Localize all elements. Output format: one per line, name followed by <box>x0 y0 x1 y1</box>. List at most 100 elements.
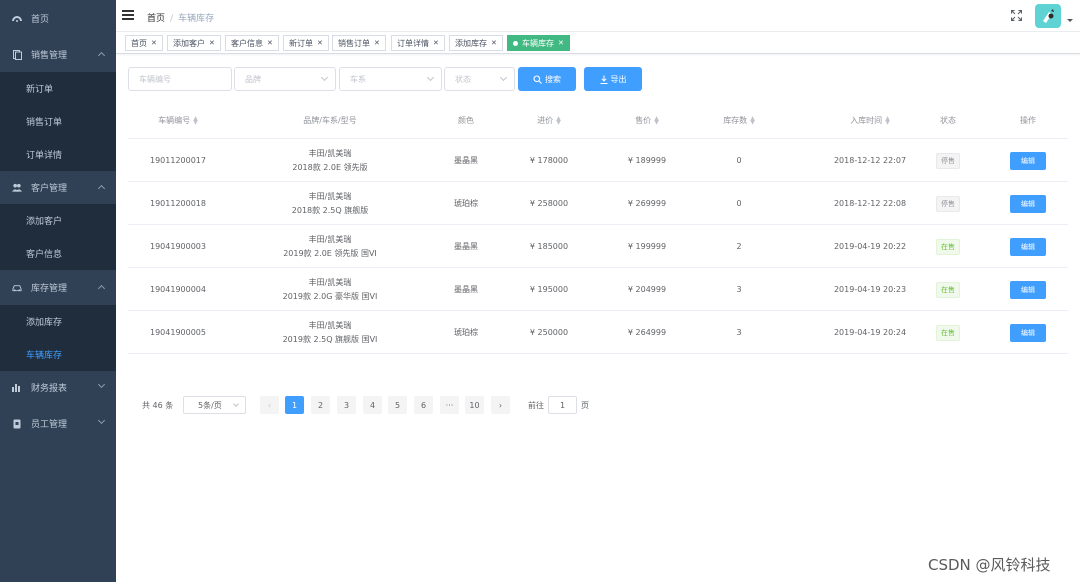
page-button[interactable]: 10 <box>465 396 484 414</box>
sidebar-group-finance[interactable]: 财务报表 <box>0 371 116 404</box>
cell-price: ¥ 269999 <box>627 199 667 208</box>
column-header-cost[interactable]: 进价 ▲ ▼ <box>500 102 598 139</box>
sidebar-item-add-inventory[interactable]: 添加库存 <box>0 305 116 338</box>
cell-vehicle-no: 19041900005 <box>150 328 206 337</box>
cell-brand-line: 丰田/凯美瑞 <box>308 277 352 287</box>
cell-cost: ¥ 178000 <box>529 156 569 165</box>
page-size-select[interactable]: 5条/页 <box>183 396 246 414</box>
edit-button[interactable]: 编辑 <box>1010 194 1046 213</box>
column-header-price[interactable]: 售价 ▲ ▼ <box>598 102 696 139</box>
caret-down-icon[interactable] <box>1067 19 1073 22</box>
tag-order-detail[interactable]: 订单详情 ✕ <box>391 35 445 51</box>
page-button[interactable]: 1 <box>285 396 304 414</box>
tag-add-customer[interactable]: 添加客户 ✕ <box>167 35 221 51</box>
close-icon[interactable]: ✕ <box>267 39 273 47</box>
column-header-actions: 操作 <box>988 102 1068 139</box>
cell-actions: 编辑 <box>988 225 1068 268</box>
next-page-button[interactable]: › <box>491 396 510 414</box>
page-button[interactable]: 3 <box>337 396 356 414</box>
badge-icon <box>12 419 22 429</box>
hamburger-icon[interactable] <box>122 10 134 20</box>
column-header-label: 状态 <box>940 116 956 125</box>
status-badge: 停售 <box>936 152 960 169</box>
sort-icon[interactable]: ▲ ▼ <box>750 115 755 125</box>
sidebar-item-add-customer[interactable]: 添加客户 <box>0 204 116 237</box>
cell-brand-line: 丰田/凯美瑞 <box>308 148 352 158</box>
page-button[interactable]: 4 <box>363 396 382 414</box>
tag-sales-order[interactable]: 销售订单 ✕ <box>332 35 386 51</box>
sidebar-item-customer-info[interactable]: 客户信息 <box>0 237 116 270</box>
tag-customer-info[interactable]: 客户信息 ✕ <box>225 35 279 51</box>
column-header-label: 车辆编号 <box>158 116 191 125</box>
chevron-down-icon <box>233 401 239 407</box>
column-header-label: 售价 <box>635 116 652 125</box>
sidebar-item-vehicle-inventory[interactable]: 车辆库存 <box>0 338 116 371</box>
sidebar-item-sales-order[interactable]: 销售订单 <box>0 105 116 138</box>
edit-button[interactable]: 编辑 <box>1010 151 1046 170</box>
close-icon[interactable]: ✕ <box>317 39 323 47</box>
sidebar-item-home[interactable]: 首页 <box>0 2 116 35</box>
status-select[interactable]: 状态 <box>444 67 515 91</box>
breadcrumb-home[interactable]: 首页 <box>147 14 165 24</box>
edit-button[interactable]: 编辑 <box>1010 323 1046 342</box>
tag-new-order[interactable]: 新订单 ✕ <box>283 35 329 51</box>
close-icon[interactable]: ✕ <box>491 39 497 47</box>
close-icon[interactable]: ✕ <box>151 39 157 47</box>
cell-stock: 3 <box>736 328 742 337</box>
tag-add-inventory[interactable]: 添加库存 ✕ <box>449 35 503 51</box>
page-button[interactable]: 6 <box>414 396 433 414</box>
search-button[interactable]: 搜索 <box>518 67 576 91</box>
sidebar-group-customers[interactable]: 客户管理 <box>0 171 116 204</box>
tag-home[interactable]: 首页 ✕ <box>125 35 163 51</box>
column-header-label: 库存数 <box>723 116 748 125</box>
sidebar-item-label: 添加库存 <box>26 318 63 328</box>
close-icon[interactable]: ✕ <box>374 39 380 47</box>
close-icon[interactable]: ✕ <box>209 39 215 47</box>
sidebar-item-new-order[interactable]: 新订单 <box>0 72 116 105</box>
sort-icon[interactable]: ▲ ▼ <box>556 115 561 125</box>
export-button[interactable]: 导出 <box>584 67 642 91</box>
vehicle-no-input[interactable]: 车辆编号 <box>128 67 232 91</box>
cell-brand-line: 丰田/凯美瑞 <box>308 320 352 330</box>
page-unit-label: 页 <box>581 400 589 410</box>
brand-select[interactable]: 品牌 <box>234 67 336 91</box>
placeholder-text: 车系 <box>350 74 366 84</box>
series-select[interactable]: 车系 <box>339 67 442 91</box>
table-row: 19011200017 丰田/凯美瑞 2018款 2.0E 领先版 墨晶黑 ¥ 1… <box>128 139 1068 182</box>
sort-icon[interactable]: ▲ ▼ <box>193 115 198 125</box>
cell-model-line: 2019款 2.0E 领先版 国VI <box>283 248 377 258</box>
cell-brand: 丰田/凯美瑞 2018款 2.0E 领先版 <box>228 139 432 182</box>
close-icon[interactable]: ✕ <box>558 39 564 47</box>
edit-button[interactable]: 编辑 <box>1010 280 1046 299</box>
page-ellipsis-button[interactable]: ··· <box>440 396 459 414</box>
column-header-label: 入库时间 <box>850 116 883 125</box>
sidebar-item-label: 销售订单 <box>26 118 63 128</box>
sidebar-group-sales[interactable]: 销售管理 <box>0 38 116 71</box>
sidebar-group-inventory[interactable]: 库存管理 <box>0 271 116 304</box>
cell-brand: 丰田/凯美瑞 2019款 2.5Q 旗舰版 国VI <box>228 311 432 354</box>
sidebar-group-staff[interactable]: 员工管理 <box>0 407 116 440</box>
table-row: 19011200018 丰田/凯美瑞 2018款 2.5Q 旗舰版 琥珀棕 ¥ 2… <box>128 182 1068 225</box>
placeholder-text: 车辆编号 <box>139 74 171 84</box>
chevron-up-icon <box>97 184 106 193</box>
avatar[interactable] <box>1035 4 1061 28</box>
sort-icon[interactable]: ▲ ▼ <box>654 115 659 125</box>
page-button[interactable]: 2 <box>311 396 330 414</box>
sort-icon[interactable]: ▲ ▼ <box>885 115 890 125</box>
tag-label: 首页 <box>131 38 147 48</box>
column-header-vehicle-no[interactable]: 车辆编号 ▲ ▼ <box>128 102 228 139</box>
tag-vehicle-inventory[interactable]: 车辆库存 ✕ <box>507 35 570 51</box>
cell-color: 墨晶黑 <box>454 285 478 294</box>
tags-view: 首页 ✕ 添加客户 ✕ 客户信息 ✕ 新订单 ✕ 销售订单 ✕ 订单详情 ✕ 添加库存 ✕ 车… <box>116 32 1080 54</box>
cell-cost: ¥ 185000 <box>529 242 569 251</box>
prev-page-button[interactable]: ‹ <box>260 396 279 414</box>
sidebar-item-order-detail[interactable]: 订单详情 <box>0 138 116 171</box>
pagination-total: 共 46 条 <box>142 400 174 410</box>
edit-button[interactable]: 编辑 <box>1010 237 1046 256</box>
goto-page-input[interactable]: 1 <box>548 396 577 414</box>
column-header-stock[interactable]: 库存数 ▲ ▼ <box>696 102 782 139</box>
close-icon[interactable]: ✕ <box>433 39 439 47</box>
fullscreen-icon[interactable] <box>1011 10 1022 21</box>
cell-vehicle-no: 19041900004 <box>150 285 206 294</box>
page-button[interactable]: 5 <box>388 396 407 414</box>
